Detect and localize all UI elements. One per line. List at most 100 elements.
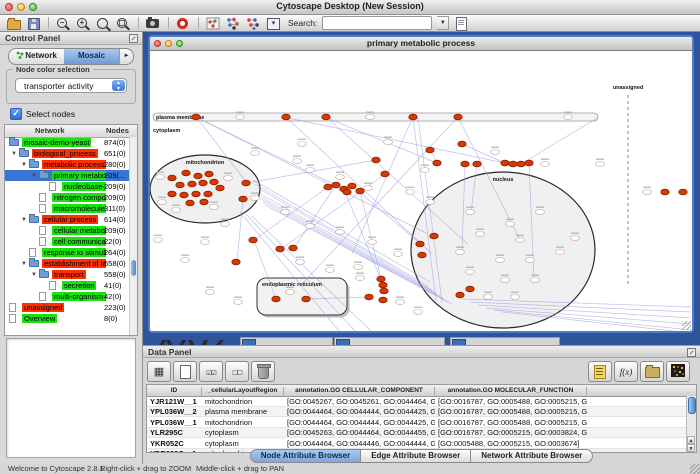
table-row[interactable]: YLR295Ccytoplasm[GO:0045263, GO:0044464,… — [147, 428, 687, 439]
selected-gene-node[interactable] — [379, 282, 387, 288]
selected-gene-node[interactable] — [205, 171, 213, 177]
gene-node[interactable] — [364, 186, 373, 191]
select-all-attributes-icon[interactable]: ☑☑☑☑ — [199, 361, 223, 382]
selected-gene-node[interactable] — [509, 161, 517, 167]
selected-gene-node[interactable] — [356, 188, 364, 194]
open-file-icon[interactable] — [6, 17, 21, 30]
new-network-from-selection-icon[interactable] — [226, 17, 241, 30]
tab-node-attribute-browser[interactable]: Node Attribute Browser — [250, 449, 362, 463]
selected-gene-node[interactable] — [418, 252, 426, 258]
edge[interactable] — [521, 118, 597, 164]
selected-gene-node[interactable] — [168, 191, 176, 197]
gene-node[interactable] — [156, 175, 165, 180]
gene-node[interactable] — [484, 295, 493, 300]
gene-node[interactable] — [571, 236, 580, 241]
gene-node[interactable] — [286, 290, 295, 295]
network-name[interactable]: nucleobase- — [62, 182, 106, 191]
selected-gene-node[interactable] — [182, 170, 190, 176]
tree-row[interactable]: response to stimulu264(0) — [5, 247, 137, 258]
table-row[interactable]: YPL036W__2plasma membrane[GO:0044464, GO… — [147, 407, 687, 418]
selected-gene-node[interactable] — [348, 183, 356, 189]
disclosure-arrow-icon[interactable]: ▼ — [21, 260, 27, 268]
selected-gene-node[interactable] — [365, 294, 373, 300]
selected-gene-node[interactable] — [409, 114, 417, 120]
select-nodes-checkbox[interactable]: ✓ — [10, 108, 22, 120]
selected-gene-node[interactable] — [377, 276, 385, 282]
tree-row[interactable]: ▼biological_process651(0) — [5, 148, 137, 159]
selected-gene-node[interactable] — [381, 171, 389, 177]
gene-node[interactable] — [172, 208, 181, 213]
tree-row[interactable]: nucleobase-209(0) — [5, 181, 137, 192]
disclosure-arrow-icon[interactable]: ▼ — [31, 271, 37, 279]
gene-node[interactable] — [336, 230, 345, 235]
network-canvas[interactable]: plasma membranecytoplasmmitochondrionnuc… — [150, 50, 692, 331]
tab-mosaic[interactable]: Mosaic — [64, 49, 119, 64]
gene-node[interactable] — [396, 300, 405, 305]
gene-node[interactable] — [354, 265, 363, 270]
delete-attribute-icon[interactable] — [251, 361, 275, 382]
network-name[interactable]: nitrogen compo — [52, 193, 106, 202]
gene-node[interactable] — [206, 290, 215, 295]
gene-node[interactable] — [251, 151, 260, 156]
gene-node[interactable] — [296, 260, 305, 265]
gene-node[interactable] — [366, 115, 375, 120]
unselect-all-attributes-icon[interactable]: ☐☐☐☐ — [225, 361, 249, 382]
dropdown-stepper-icon[interactable]: ▲▼ — [112, 80, 125, 91]
selected-gene-node[interactable] — [380, 288, 388, 294]
gene-node[interactable] — [476, 232, 485, 237]
scrollbar-thumb[interactable] — [688, 397, 696, 414]
gene-node[interactable] — [501, 278, 510, 283]
selected-gene-node[interactable] — [426, 147, 434, 153]
matrix-view-icon[interactable] — [666, 361, 690, 382]
gene-node[interactable] — [564, 115, 573, 120]
tree-row[interactable]: unassigned223(0) — [5, 302, 137, 313]
tree-row[interactable]: ▼cellular process614(0) — [5, 214, 137, 225]
selected-gene-node[interactable] — [186, 200, 194, 206]
selected-gene-node[interactable] — [661, 189, 669, 195]
network-name[interactable]: biological_process — [32, 149, 98, 158]
gene-node[interactable] — [406, 190, 415, 195]
tab-edge-attribute-browser[interactable]: Edge Attribute Browser — [361, 449, 471, 463]
attribute-batch-editor-icon[interactable] — [588, 361, 612, 382]
network-name[interactable]: cellular metabol — [52, 226, 106, 235]
tree-row[interactable]: secretion41(0) — [5, 280, 137, 291]
tree-scrollbar[interactable] — [129, 137, 137, 335]
selected-gene-node[interactable] — [466, 286, 474, 292]
network-name[interactable]: Overview — [22, 314, 57, 323]
tree-row[interactable]: ▼establishment of lo558(0) — [5, 258, 137, 269]
selected-gene-node[interactable] — [194, 173, 202, 179]
selected-gene-node[interactable] — [249, 237, 257, 243]
gene-node[interactable] — [298, 142, 307, 147]
edge[interactable] — [286, 117, 432, 254]
birds-eye-view[interactable] — [6, 338, 136, 458]
selected-gene-node[interactable] — [458, 141, 466, 147]
selected-gene-node[interactable] — [322, 114, 330, 120]
selected-gene-node[interactable] — [433, 160, 441, 166]
selected-gene-node[interactable] — [216, 185, 224, 191]
selected-gene-node[interactable] — [379, 297, 387, 303]
selected-gene-node[interactable] — [192, 191, 200, 197]
edge[interactable] — [326, 117, 468, 244]
zoom-in-icon[interactable]: + — [76, 17, 91, 30]
gene-node[interactable] — [531, 278, 540, 283]
selected-gene-node[interactable] — [332, 182, 340, 188]
float-panel-icon[interactable] — [129, 34, 138, 43]
node-color-dropdown[interactable]: transporter activity ▲▼ — [15, 78, 127, 93]
network-name[interactable]: multi-organism pro — [52, 292, 106, 301]
gene-node[interactable] — [526, 258, 535, 263]
selected-gene-node[interactable] — [679, 189, 687, 195]
selected-gene-node[interactable] — [204, 191, 212, 197]
gene-node[interactable] — [466, 210, 475, 215]
tree-row[interactable]: multi-organism pro42(0) — [5, 291, 137, 302]
selected-gene-node[interactable] — [272, 296, 280, 302]
table-row[interactable]: YJR121W__1mitochondrion[GO:0045267, GO:0… — [147, 396, 687, 407]
search-input[interactable] — [322, 16, 432, 30]
gene-node[interactable] — [421, 168, 430, 173]
disclosure-arrow-icon[interactable]: ▼ — [21, 216, 27, 224]
scroll-up-icon[interactable]: ▲ — [687, 436, 695, 444]
selected-gene-node[interactable] — [324, 184, 332, 190]
network-name[interactable]: secretion — [62, 281, 96, 290]
table-row[interactable]: YPL036W__1mitochondrion[GO:0044464, GO:0… — [147, 417, 687, 428]
gene-node[interactable] — [336, 175, 345, 180]
selected-gene-node[interactable] — [282, 114, 290, 120]
